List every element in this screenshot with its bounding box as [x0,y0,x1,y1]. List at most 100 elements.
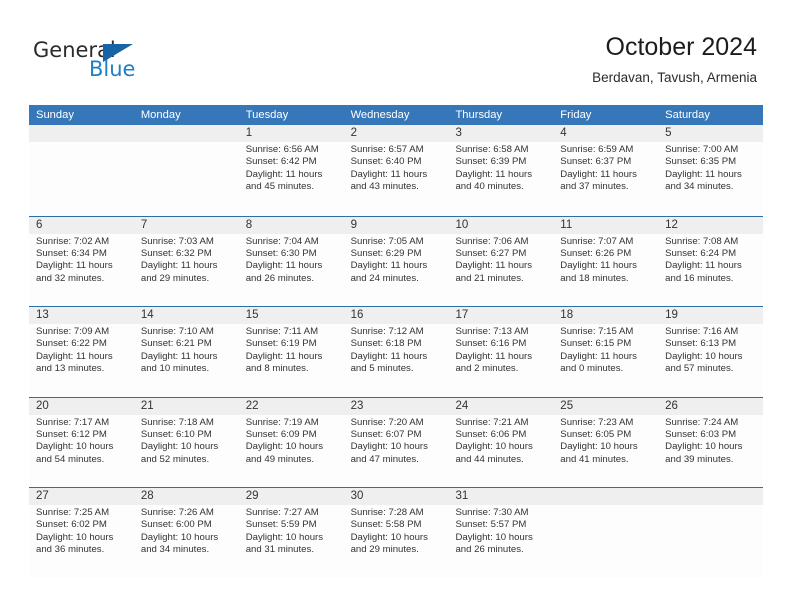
calendar-day-cell[interactable]: 11 Sunrise: 7:07 AM Sunset: 6:26 PM Dayligh… [553,216,659,306]
day-sunrise-text: Sunrise: 6:57 AM [350,144,424,155]
calendar-day-cell[interactable]: 2 Sunrise: 6:57 AM Sunset: 6:40 PM Daylight… [343,125,449,216]
day-number: 5 [658,125,764,142]
day-daylight-text: Daylight: 10 hours [560,441,638,453]
calendar-day-cell[interactable]: 21 Sunrise: 7:18 AM Sunset: 6:10 PM Dayligh… [133,397,239,487]
day-number [29,125,134,142]
day-daylight-text: and 54 minutes. [36,453,105,465]
day-sunset-text: Sunset: 6:07 PM [350,428,422,440]
day-number: 15 [238,307,344,324]
calendar-day-cell[interactable]: 28 Sunrise: 7:26 AM Sunset: 6:00 PM Dayligh… [133,488,239,578]
day-daylight-text: Daylight: 11 hours [455,168,533,180]
day-sunset-text: Sunset: 6:29 PM [350,247,422,259]
day-sunrise-text: Sunrise: 7:25 AM [36,507,110,518]
day-daylight-text: Daylight: 11 hours [140,350,218,362]
calendar-day-cell[interactable]: 5 Sunrise: 7:00 AM Sunset: 6:35 PM Daylight… [658,125,764,216]
calendar-day-cell[interactable]: 23 Sunrise: 7:20 AM Sunset: 6:07 PM Dayligh… [343,397,449,487]
day-number: 12 [658,216,764,234]
day-number [553,488,659,505]
day-sunrise-text: Sunrise: 7:09 AM [36,326,110,337]
day-daylight-text: Daylight: 11 hours [560,168,637,180]
day-number [133,125,239,142]
calendar-day-cell[interactable]: 26 Sunrise: 7:24 AM Sunset: 6:03 PM Dayligh… [658,397,764,487]
day-number: 25 [553,397,659,415]
day-number: 28 [133,488,239,505]
day-daylight-text: Daylight: 10 hours [245,441,324,453]
day-sun-info: Sunrise: 7:15 AM Sunset: 6:15 PM Daylight:… [553,324,658,376]
calendar-day-cell[interactable]: 31 Sunrise: 7:30 AM Sunset: 5:57 PM Dayligh… [448,488,554,578]
day-sunset-text: Sunset: 6:18 PM [350,338,422,350]
calendar-day-cell-empty [658,488,764,578]
day-sunrise-text: Sunrise: 7:27 AM [245,507,319,518]
calendar-day-cell[interactable]: 12 Sunrise: 7:08 AM Sunset: 6:24 PM Dayligh… [658,216,764,306]
day-sun-info: Sunrise: 7:16 AM Sunset: 6:13 PM Daylight:… [658,324,763,376]
day-daylight-text: and 10 minutes. [140,363,210,375]
calendar-day-cell[interactable]: 20 Sunrise: 7:17 AM Sunset: 6:12 PM Dayligh… [29,397,134,487]
calendar-day-cell[interactable]: 18 Sunrise: 7:15 AM Sunset: 6:15 PM Dayligh… [553,307,659,397]
calendar-day-cell[interactable]: 22 Sunrise: 7:19 AM Sunset: 6:09 PM Dayligh… [238,397,344,487]
day-daylight-text: Daylight: 10 hours [36,441,114,453]
day-sunset-text: Sunset: 6:16 PM [455,338,527,350]
calendar-day-cell[interactable]: 6 Sunrise: 7:02 AM Sunset: 6:34 PM Daylight… [29,216,134,306]
day-sun-info: Sunrise: 6:56 AM Sunset: 6:42 PM Daylight:… [239,142,344,194]
day-daylight-text: Daylight: 11 hours [350,350,428,362]
day-sun-info: Sunrise: 7:03 AM Sunset: 6:32 PM Daylight:… [134,234,239,286]
day-daylight-text: and 36 minutes. [36,544,105,556]
day-daylight-text: and 26 minutes. [455,544,524,556]
logo-text-blue: Blue [89,57,136,81]
day-sun-info: Sunrise: 7:11 AM Sunset: 6:19 PM Daylight:… [239,324,344,376]
day-sun-info: Sunrise: 7:05 AM Sunset: 6:29 PM Daylight:… [344,234,449,286]
day-sunset-text: Sunset: 6:37 PM [560,156,632,168]
calendar-weeks: 1 Sunrise: 6:56 AM Sunset: 6:42 PM Daylight… [29,125,764,578]
day-sun-info: Sunrise: 6:59 AM Sunset: 6:37 PM Daylight:… [553,142,658,194]
calendar-day-cell[interactable]: 29 Sunrise: 7:27 AM Sunset: 5:59 PM Dayligh… [238,488,344,578]
calendar-day-cell[interactable]: 7 Sunrise: 7:03 AM Sunset: 6:32 PM Daylight… [133,216,239,306]
day-sun-info: Sunrise: 7:19 AM Sunset: 6:09 PM Daylight:… [239,415,344,467]
calendar-day-cell[interactable]: 19 Sunrise: 7:16 AM Sunset: 6:13 PM Dayligh… [658,307,764,397]
day-sun-info: Sunrise: 6:58 AM Sunset: 6:39 PM Daylight:… [448,142,553,194]
day-sunset-text: Sunset: 6:19 PM [245,338,317,350]
day-sunset-text: Sunset: 6:12 PM [36,428,107,440]
day-daylight-text: Daylight: 11 hours [560,260,637,272]
calendar-day-cell[interactable]: 14 Sunrise: 7:10 AM Sunset: 6:21 PM Dayligh… [133,307,239,397]
calendar-day-cell[interactable]: 30 Sunrise: 7:28 AM Sunset: 5:58 PM Dayligh… [343,488,449,578]
calendar-day-cell[interactable]: 1 Sunrise: 6:56 AM Sunset: 6:42 PM Daylight… [238,125,344,216]
calendar-day-cell[interactable]: 9 Sunrise: 7:05 AM Sunset: 6:29 PM Daylight… [343,216,449,306]
day-sun-info: Sunrise: 7:17 AM Sunset: 6:12 PM Daylight:… [29,415,134,467]
calendar-week-row: 20 Sunrise: 7:17 AM Sunset: 6:12 PM Dayligh… [29,396,764,487]
day-daylight-text: Daylight: 10 hours [455,441,533,453]
day-number: 2 [343,125,449,142]
day-number: 7 [133,216,239,234]
calendar-day-cell[interactable]: 4 Sunrise: 6:59 AM Sunset: 6:37 PM Daylight… [553,125,659,216]
day-daylight-text: Daylight: 11 hours [665,260,742,272]
day-daylight-text: and 18 minutes. [560,272,629,284]
day-sun-info: Sunrise: 7:06 AM Sunset: 6:27 PM Daylight:… [448,234,553,286]
day-daylight-text: and 0 minutes. [560,363,624,375]
calendar-day-cell[interactable]: 8 Sunrise: 7:04 AM Sunset: 6:30 PM Daylight… [238,216,344,306]
calendar-day-cell[interactable]: 24 Sunrise: 7:21 AM Sunset: 6:06 PM Dayligh… [448,397,554,487]
day-number: 29 [238,488,344,505]
calendar-day-cell-empty [29,125,134,216]
calendar-day-cell[interactable]: 15 Sunrise: 7:11 AM Sunset: 6:19 PM Dayligh… [238,307,344,397]
day-sunrise-text: Sunrise: 7:21 AM [455,416,529,428]
day-number: 16 [343,307,449,324]
day-daylight-text: and 47 minutes. [350,453,419,465]
day-sun-info: Sunrise: 7:18 AM Sunset: 6:10 PM Daylight:… [134,415,239,467]
calendar-day-cell[interactable]: 13 Sunrise: 7:09 AM Sunset: 6:22 PM Dayligh… [29,307,134,397]
day-number: 17 [448,307,554,324]
calendar-day-cell[interactable]: 10 Sunrise: 7:06 AM Sunset: 6:27 PM Dayligh… [448,216,554,306]
day-daylight-text: Daylight: 11 hours [455,260,533,272]
calendar-day-cell[interactable]: 16 Sunrise: 7:12 AM Sunset: 6:18 PM Dayligh… [343,307,449,397]
day-sun-info: Sunrise: 7:25 AM Sunset: 6:02 PM Daylight:… [29,505,134,557]
day-sunrise-text: Sunrise: 7:03 AM [140,235,214,247]
day-sunrise-text: Sunrise: 7:30 AM [455,507,529,518]
calendar-day-cell-empty [553,488,659,578]
calendar-day-cell[interactable]: 17 Sunrise: 7:13 AM Sunset: 6:16 PM Dayligh… [448,307,554,397]
calendar-day-cell[interactable]: 25 Sunrise: 7:23 AM Sunset: 6:05 PM Dayligh… [553,397,659,487]
page-header: General Blue October 2024 Berdavan, Tavu… [0,0,792,100]
day-daylight-text: and 8 minutes. [245,363,309,375]
calendar-day-cell[interactable]: 27 Sunrise: 7:25 AM Sunset: 6:02 PM Dayligh… [29,488,134,578]
day-daylight-text: and 26 minutes. [245,272,314,284]
day-daylight-text: Daylight: 11 hours [140,260,218,272]
day-sun-info: Sunrise: 7:10 AM Sunset: 6:21 PM Daylight:… [134,324,239,376]
calendar-day-cell[interactable]: 3 Sunrise: 6:58 AM Sunset: 6:39 PM Daylight… [448,125,554,216]
